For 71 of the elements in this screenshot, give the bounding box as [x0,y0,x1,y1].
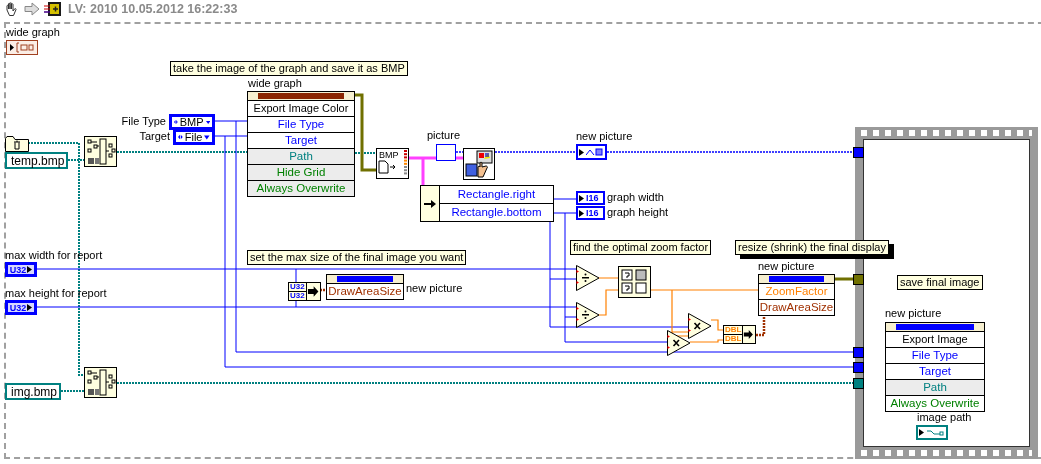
cluster-element: Rectangle.right [440,186,553,204]
type-tag: U32 [289,283,306,292]
dropdown-icon [204,134,210,140]
folder-icon [5,135,29,152]
arrow-icon [579,148,584,156]
picture-icon [586,148,604,156]
increment-icon [178,134,183,140]
picture-constant[interactable] [436,144,456,161]
comment: set the max size of the final image you want [247,250,467,265]
tunnel-icon [853,362,864,373]
version-text: LV: 2010 10.05.2012 16:22:33 [68,2,238,16]
node-label: new picture [885,307,942,320]
select-node [618,266,651,298]
constant-label: Target [138,130,170,143]
tunnel-icon [853,147,864,158]
format-text: BMP [378,149,400,160]
numeric-indicator: I16 [576,206,605,220]
wire [60,390,85,392]
path-constant[interactable]: temp.bmp [5,152,68,169]
node-label: wide graph [6,26,60,39]
property-row: Target [886,364,984,380]
numeric-control[interactable]: U32 [5,262,37,277]
indicator-label: graph height [607,206,669,219]
increment-icon [174,119,178,125]
build-path-node [84,136,117,167]
node-label: wide graph [248,77,302,90]
control-label: max width for report [5,249,103,262]
property-row: File Type [248,117,354,133]
level-meter-icon [403,149,408,176]
numeric-indicator: I16 [576,191,605,205]
numeric-control[interactable]: U32 [5,300,37,315]
property-row: Target [248,133,354,149]
divide-node [576,265,600,291]
build-path-node [84,367,117,398]
comment: save final image [897,275,983,290]
multiply-node [688,313,712,339]
constant-label: File Type [120,115,166,128]
property-row: ZoomFactor [759,284,834,300]
property-row: File Type [886,348,984,364]
property-row: Always Overwrite [248,181,354,196]
indicator-label: new picture [576,130,633,143]
arrow-icon [424,199,436,208]
control-label: max height for report [5,287,107,300]
node-label: new picture [758,260,815,273]
arrow-icon [919,429,924,436]
enum-constant[interactable]: BMP [169,114,215,130]
property-row: Path [886,380,984,396]
arrow-icon [27,304,33,311]
path-icon [926,428,944,437]
dropdown-icon [205,119,210,125]
picture-to-pixmap-node [463,148,495,180]
multiply-node [667,330,691,356]
divide-node [576,302,600,328]
type-tag: DBL [724,326,743,335]
indicator-label: graph width [607,191,664,204]
arrow-icon [27,266,33,273]
tunnel-icon [853,347,864,358]
property-row: Hide Grid [248,165,354,181]
enum-constant[interactable]: File [173,129,215,145]
node-label: picture [427,129,461,142]
type-tag: DBL [724,335,743,343]
hand-icon[interactable] [4,1,20,17]
cluster-element: Rectangle.bottom [450,205,543,220]
comment: take the image of the graph and save it as BMP [170,61,408,76]
property-row: Path [248,149,354,165]
path-constant[interactable]: img.bmp [5,383,61,400]
comment: find the optimal zoom factor [570,240,712,255]
node-label: new picture [406,282,463,295]
indicator-label: image path [917,411,972,424]
type-tag: U32 [289,292,306,300]
vi-icon [44,1,62,17]
